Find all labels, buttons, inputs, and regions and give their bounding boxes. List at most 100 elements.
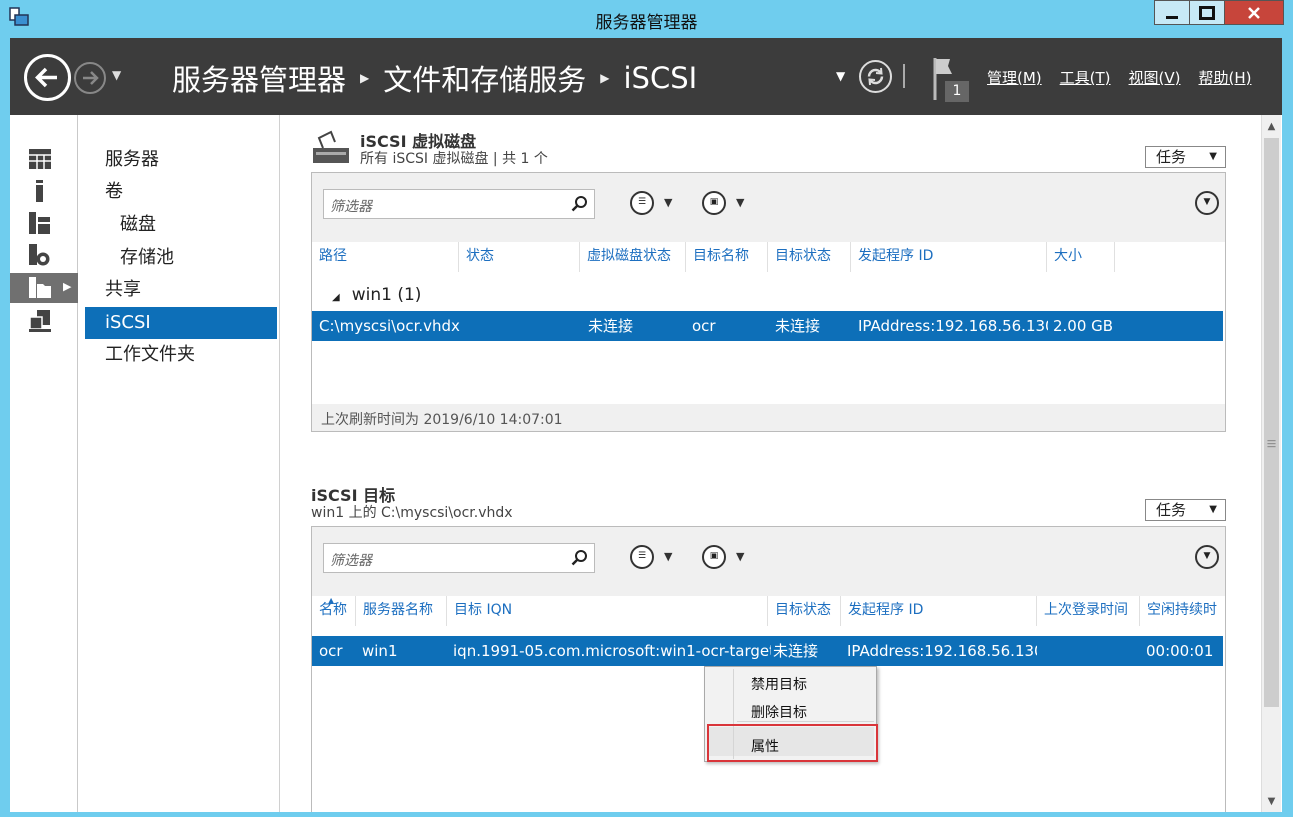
column-header[interactable]: 上次登录时间 [1037, 596, 1140, 626]
cell-iqn: iqn.1991-05.com.microsoft:win1-ocr-targe… [453, 642, 771, 660]
cell-size: 2.00 GB [1053, 317, 1114, 335]
arrow-left-icon [35, 67, 57, 88]
column-header[interactable]: ▲ 名称 [312, 596, 356, 626]
breadcrumb-item[interactable]: iSCSI [624, 61, 698, 95]
list-view-icon[interactable]: ☰ [630, 191, 654, 215]
menu-item-disable-target[interactable]: 禁用目标 [751, 674, 807, 694]
back-button[interactable] [24, 54, 71, 101]
breadcrumb-item[interactable]: 文件和存储服务 [383, 57, 586, 99]
group-header[interactable]: ◢ win1 (1) [332, 285, 421, 305]
breadcrumb: 服务器管理器 ▶ 文件和存储服务 ▶ iSCSI [172, 57, 697, 99]
maximize-button[interactable] [1189, 0, 1225, 25]
vdisk-tasks-button[interactable]: 任务 ▼ [1145, 146, 1226, 168]
search-icon[interactable] [570, 194, 590, 214]
list-view-icon[interactable]: ☰ [630, 545, 654, 569]
file-storage-icon[interactable] [28, 276, 52, 300]
title-bar: 服务器管理器 [0, 0, 1293, 38]
table-row[interactable]: C:\myscsi\ocr.vhdx 未连接 ocr 未连接 IPAddress… [312, 311, 1223, 341]
menu-view[interactable]: 视图(V) [1129, 67, 1181, 88]
cell-initiator-id: IPAddress:192.168.56.130 [858, 317, 1048, 335]
expand-collapse-icon[interactable]: ▼ [1195, 191, 1219, 215]
remote-access-icon[interactable] [28, 309, 52, 333]
close-button[interactable] [1224, 0, 1284, 25]
save-query-icon[interactable]: ▣ [702, 191, 726, 215]
arrow-right-icon [83, 71, 99, 85]
context-menu-separator [737, 721, 874, 722]
highlight-annotation-box [707, 724, 878, 762]
file-server-icon[interactable] [28, 243, 52, 267]
column-header[interactable]: 虚拟磁盘状态 [580, 242, 686, 272]
nav-item-work-folders[interactable]: 工作文件夹 [85, 339, 277, 371]
minimize-button[interactable] [1154, 0, 1190, 25]
window-title: 服务器管理器 [595, 13, 698, 33]
scroll-grip-icon: — — — [1267, 436, 1276, 452]
save-query-dropdown-icon[interactable]: ▼ [736, 196, 744, 209]
target-tasks-button[interactable]: 任务 ▼ [1145, 499, 1226, 521]
breadcrumb-dropdown-icon[interactable]: ▼ [836, 69, 845, 83]
column-header[interactable]: 大小 [1047, 242, 1115, 272]
cell-vdisk-status: 未连接 [588, 317, 634, 335]
column-header[interactable]: 路径 [312, 242, 459, 272]
dashboard-icon[interactable] [28, 147, 52, 171]
cell-initiator-id: IPAddress:192.168.56.130 [847, 642, 1037, 660]
refresh-button[interactable] [859, 60, 892, 93]
table-row[interactable]: ocr win1 iqn.1991-05.com.microsoft:win1-… [312, 636, 1223, 666]
column-header[interactable]: 服务器名称 [356, 596, 447, 626]
refresh-icon [867, 67, 884, 86]
list-view-dropdown-icon[interactable]: ▼ [664, 196, 672, 209]
column-header[interactable]: 目标 IQN [447, 596, 768, 626]
sort-ascending-icon: ▲ [328, 596, 335, 605]
menu-help[interactable]: 帮助(H) [1199, 67, 1252, 88]
save-query-icon[interactable]: ▣ [702, 545, 726, 569]
breadcrumb-item[interactable]: 服务器管理器 [172, 57, 346, 99]
window-bottom-border [10, 812, 1282, 817]
nav-item-servers[interactable]: 服务器 [85, 144, 277, 176]
menu-tools[interactable]: 工具(T) [1060, 67, 1111, 88]
cell-last-login [1043, 636, 1138, 666]
local-server-icon[interactable] [28, 179, 52, 203]
target-filter-input[interactable]: 筛选器 [323, 543, 595, 573]
filter-placeholder: 筛选器 [330, 199, 372, 215]
vdisk-filter-input[interactable]: 筛选器 [323, 189, 595, 219]
chevron-down-icon: ▼ [1209, 151, 1217, 162]
collapse-triangle-icon[interactable]: ◢ [332, 292, 340, 303]
menu-item-delete-target[interactable]: 删除目标 [751, 702, 807, 722]
column-header[interactable]: 发起程序 ID [841, 596, 1037, 626]
cell-server: win1 [362, 642, 398, 660]
column-header[interactable]: 目标状态 [768, 596, 841, 626]
column-header[interactable]: 空闲持续时 [1140, 596, 1225, 626]
cell-idle: 00:00:01 [1146, 642, 1214, 660]
all-servers-icon[interactable] [28, 211, 52, 235]
scroll-up-icon[interactable]: ▲ [1263, 118, 1280, 136]
close-icon [1248, 6, 1260, 19]
history-dropdown-icon[interactable]: ▼ [112, 68, 121, 82]
cell-target-name: ocr [692, 317, 716, 335]
scroll-thumb[interactable]: — — — [1264, 138, 1279, 707]
scroll-down-icon[interactable]: ▼ [1263, 793, 1280, 811]
tasks-label: 任务 [1156, 148, 1187, 166]
column-header[interactable]: 状态 [459, 242, 580, 272]
save-query-dropdown-icon[interactable]: ▼ [736, 550, 744, 563]
column-header[interactable]: 目标状态 [768, 242, 851, 272]
forward-button[interactable] [74, 62, 106, 94]
nav-item-volumes[interactable]: 卷 [85, 176, 277, 208]
nav-item-disks[interactable]: 磁盘 [85, 209, 277, 241]
maximize-icon [1199, 5, 1215, 20]
menu-manage[interactable]: 管理(M) [987, 67, 1042, 88]
icon-rail: ▶ [10, 115, 78, 812]
nav-item-storage-pools[interactable]: 存储池 [85, 242, 277, 274]
column-header[interactable]: 发起程序 ID [851, 242, 1047, 272]
vertical-scrollbar[interactable]: ▲ — — — ▼ [1261, 115, 1281, 812]
iscsi-virtual-disk-icon [313, 130, 349, 163]
column-header[interactable]: 目标名称 [686, 242, 768, 272]
nav-pane: 服务器 卷 磁盘 存储池 共享 iSCSI 工作文件夹 [79, 115, 280, 812]
nav-item-shares[interactable]: 共享 [85, 274, 277, 306]
breadcrumb-separator-icon: ▶ [360, 71, 370, 85]
search-icon[interactable] [570, 548, 590, 568]
header-bar: ▼ 服务器管理器 ▶ 文件和存储服务 ▶ iSCSI ▼ 1 管理(M) 工具(… [10, 38, 1282, 115]
expand-collapse-icon[interactable]: ▼ [1195, 545, 1219, 569]
list-view-dropdown-icon[interactable]: ▼ [664, 550, 672, 563]
cell-path: C:\myscsi\ocr.vhdx [319, 317, 460, 335]
vdisk-section-subtitle: 所有 iSCSI 虚拟磁盘 | 共 1 个 [360, 151, 548, 167]
nav-item-iscsi[interactable]: iSCSI [85, 307, 277, 339]
